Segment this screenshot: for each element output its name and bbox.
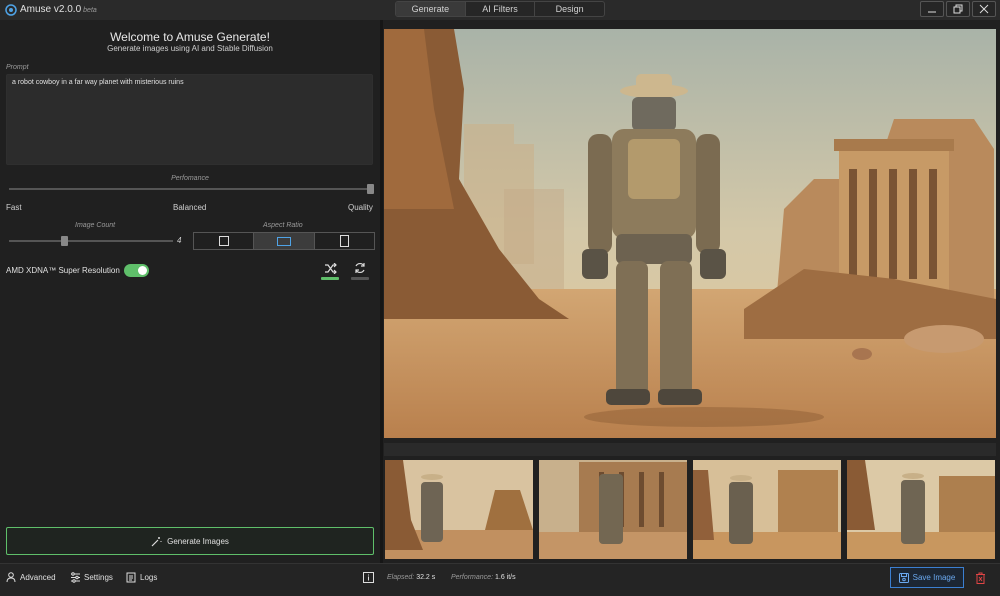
generate-images-label: Generate Images xyxy=(167,536,229,546)
logs-button[interactable]: Logs xyxy=(126,572,157,583)
generate-images-button[interactable]: Generate Images xyxy=(6,527,374,555)
info-icon xyxy=(363,572,374,583)
panel-title: Welcome to Amuse Generate! xyxy=(110,30,270,44)
app-title: Amuse v2.0.0 beta xyxy=(20,4,97,15)
panel-divider xyxy=(380,20,383,563)
robot-thumbnail-image xyxy=(847,460,995,559)
robot-thumbnail-image xyxy=(693,460,841,559)
tab-generate[interactable]: Generate xyxy=(396,2,466,16)
tab-ai-filters[interactable]: AI Filters xyxy=(466,2,536,16)
amuse-logo-icon xyxy=(5,4,17,16)
advanced-label: Advanced xyxy=(20,573,56,582)
performance-tick-quality: Quality xyxy=(348,203,373,212)
random-seed-button[interactable] xyxy=(319,259,341,277)
save-image-label: Save Image xyxy=(912,573,956,582)
reuse-seed-indicator xyxy=(351,277,369,280)
mode-tabs: Generate AI Filters Design xyxy=(395,1,605,17)
close-icon xyxy=(979,4,989,14)
aspect-landscape-button[interactable] xyxy=(254,233,315,249)
magic-wand-icon xyxy=(151,536,162,546)
aspect-ratio-selector xyxy=(193,232,375,250)
elapsed-stat: Elapsed: 32.2 s xyxy=(387,574,435,581)
advanced-button[interactable]: Advanced xyxy=(6,572,56,583)
image-count-label: Image Count xyxy=(75,222,116,229)
performance-slider-thumb[interactable] xyxy=(367,184,374,194)
robot-cowboy-image xyxy=(384,29,996,438)
thumbnail-2[interactable] xyxy=(539,460,687,559)
prompt-label: Prompt xyxy=(6,64,29,71)
thumbnail-3[interactable] xyxy=(693,460,841,559)
xdna-label: AMD XDNA™ Super Resolution xyxy=(6,266,120,275)
thumbnail-scroll-area[interactable] xyxy=(384,443,996,456)
save-image-button[interactable]: Save Image xyxy=(890,567,964,588)
performance-slider-track[interactable] xyxy=(9,188,373,190)
generated-image-preview[interactable] xyxy=(384,29,996,438)
status-bar: Advanced Settings Logs Elapsed: 32.2 s P… xyxy=(0,563,1000,596)
aspect-portrait-button[interactable] xyxy=(315,233,374,249)
title-bar: Amuse v2.0.0 beta Generate AI Filters Des… xyxy=(0,0,1000,20)
panel-subtitle: Generate images using AI and Stable Diff… xyxy=(107,44,273,53)
sliders-icon xyxy=(71,572,80,583)
settings-button[interactable]: Settings xyxy=(70,572,113,583)
square-icon xyxy=(218,236,229,246)
aspect-square-button[interactable] xyxy=(194,233,255,249)
info-button[interactable] xyxy=(363,572,374,583)
restore-button[interactable] xyxy=(946,1,970,17)
settings-label: Settings xyxy=(84,573,113,582)
restore-icon xyxy=(953,4,963,14)
elapsed-value: 32.2 s xyxy=(416,574,436,581)
minimize-button[interactable] xyxy=(920,1,944,17)
performance-tick-fast: Fast xyxy=(6,203,22,212)
robot-thumbnail-image xyxy=(385,460,533,559)
aspect-ratio-label: Aspect Ratio xyxy=(263,222,303,229)
close-button[interactable] xyxy=(972,1,996,17)
minimize-icon xyxy=(928,11,936,13)
performance-stat-value: 1.6 it/s xyxy=(494,574,516,581)
performance-tick-balanced: Balanced xyxy=(173,203,207,212)
refresh-icon xyxy=(355,262,365,274)
tab-design[interactable]: Design xyxy=(535,2,604,16)
logs-icon xyxy=(126,572,136,583)
image-count-value: 4 xyxy=(177,236,182,245)
xdna-toggle[interactable] xyxy=(124,264,149,277)
performance-stat: Performance: 1.6 it/s xyxy=(451,574,516,581)
robot-thumbnail-image xyxy=(539,460,687,559)
reuse-seed-button[interactable] xyxy=(349,259,371,277)
random-seed-indicator xyxy=(321,277,339,280)
trash-icon xyxy=(975,572,985,584)
save-icon xyxy=(898,572,909,583)
image-count-slider-track[interactable] xyxy=(9,240,173,242)
user-settings-icon xyxy=(6,572,16,583)
landscape-icon xyxy=(276,236,291,246)
toggle-knob xyxy=(138,266,147,275)
logs-label: Logs xyxy=(140,573,158,582)
prompt-input[interactable]: a robot cowboy in a far way planet with … xyxy=(6,74,373,165)
thumbnail-1[interactable] xyxy=(385,460,533,559)
app-name: Amuse v2.0.0 xyxy=(20,4,82,15)
performance-stat-label: Performance: xyxy=(451,574,494,581)
thumbnail-4[interactable] xyxy=(847,460,995,559)
elapsed-label: Elapsed: xyxy=(387,574,415,581)
shuffle-icon xyxy=(324,262,337,274)
portrait-icon xyxy=(339,235,349,247)
image-count-slider-thumb[interactable] xyxy=(61,236,68,246)
performance-label: Perfomance xyxy=(171,175,209,182)
app-version-tag: beta xyxy=(83,7,97,14)
generate-panel: Welcome to Amuse Generate! Generate imag… xyxy=(0,20,380,563)
delete-image-button[interactable] xyxy=(971,569,989,586)
